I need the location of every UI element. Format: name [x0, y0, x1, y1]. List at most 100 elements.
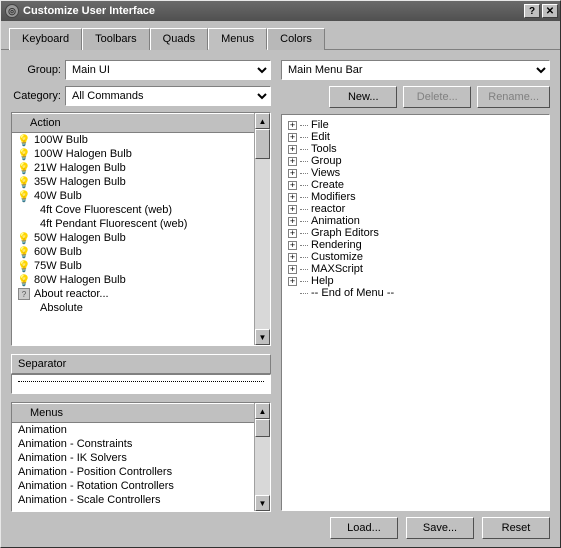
scroll-thumb[interactable] — [255, 419, 270, 437]
action-label: Absolute — [40, 302, 83, 314]
action-item[interactable]: 💡21W Halogen Bulb — [12, 161, 270, 175]
tree-label: Animation — [311, 215, 360, 227]
bulb-icon: 💡 — [18, 134, 30, 146]
expand-icon[interactable]: + — [288, 121, 297, 130]
menu-item[interactable]: Animation - Position Controllers — [12, 465, 270, 479]
expand-icon[interactable]: + — [288, 145, 297, 154]
action-item[interactable]: ?About reactor... — [12, 287, 270, 301]
tree-label: MAXScript — [311, 263, 363, 275]
expand-icon[interactable]: + — [288, 253, 297, 262]
menu-item[interactable]: Animation - IK Solvers — [12, 451, 270, 465]
tree-item[interactable]: +Modifiers — [284, 191, 547, 203]
group-combo[interactable]: Main UI — [65, 60, 271, 80]
action-label: 75W Bulb — [34, 260, 82, 272]
tree-label: Graph Editors — [311, 227, 379, 239]
action-label: 40W Bulb — [34, 190, 82, 202]
tree-label: Edit — [311, 131, 330, 143]
expand-icon[interactable]: + — [288, 229, 297, 238]
expand-icon[interactable]: + — [288, 181, 297, 190]
expand-icon[interactable]: + — [288, 205, 297, 214]
tree-label: Rendering — [311, 239, 362, 251]
tab-colors[interactable]: Colors — [267, 28, 325, 50]
app-icon: ◎ — [5, 4, 19, 18]
action-item[interactable]: 💡100W Bulb — [12, 133, 270, 147]
group-label: Group: — [11, 64, 65, 76]
close-button[interactable]: ✕ — [542, 4, 558, 18]
help-button[interactable]: ? — [524, 4, 540, 18]
expand-icon[interactable]: + — [288, 217, 297, 226]
tree-label: Group — [311, 155, 342, 167]
expand-icon[interactable]: + — [288, 133, 297, 142]
tree-item[interactable]: +Create — [284, 179, 547, 191]
tree-item[interactable]: +Help — [284, 275, 547, 287]
expand-icon[interactable]: + — [288, 241, 297, 250]
separator-item[interactable] — [11, 374, 271, 394]
tab-quads[interactable]: Quads — [150, 28, 208, 50]
load-button[interactable]: Load... — [330, 517, 398, 539]
new-button[interactable]: New... — [329, 86, 397, 108]
scroll-down-icon[interactable]: ▼ — [255, 495, 270, 511]
scroll-thumb[interactable] — [255, 129, 270, 159]
scroll-up-icon[interactable]: ▲ — [255, 403, 270, 419]
tree-item[interactable]: + Animation — [284, 215, 547, 227]
menus-scrollbar[interactable]: ▲ ▼ — [254, 403, 270, 511]
scroll-down-icon[interactable]: ▼ — [255, 329, 270, 345]
actions-listbox[interactable]: Action 💡100W Bulb💡100W Halogen Bulb💡21W … — [11, 112, 271, 346]
action-item[interactable]: 💡60W Bulb — [12, 245, 270, 259]
tree-item[interactable]: + MAXScript — [284, 263, 547, 275]
bulb-icon: 💡 — [18, 190, 30, 202]
menu-tree[interactable]: +File+Edit+Tools+Group+Views+Create+Modi… — [281, 114, 550, 511]
reset-button[interactable]: Reset — [482, 517, 550, 539]
tab-toolbars[interactable]: Toolbars — [82, 28, 150, 50]
tree-end-label: -- End of Menu -- — [311, 287, 394, 299]
action-item[interactable]: 💡50W Halogen Bulb — [12, 231, 270, 245]
action-item[interactable]: 💡75W Bulb — [12, 259, 270, 273]
action-item[interactable]: 💡35W Halogen Bulb — [12, 175, 270, 189]
bulb-icon: 💡 — [18, 148, 30, 160]
menu-item[interactable]: Animation - Rotation Controllers — [12, 479, 270, 493]
action-item[interactable]: 💡100W Halogen Bulb — [12, 147, 270, 161]
action-item[interactable]: 💡 40W Bulb — [12, 189, 270, 203]
tree-label: Tools — [311, 143, 337, 155]
tree-item[interactable]: + Edit — [284, 131, 547, 143]
tab-menus[interactable]: Menus — [208, 28, 267, 50]
save-button[interactable]: Save... — [406, 517, 474, 539]
expand-icon[interactable]: + — [288, 277, 297, 286]
left-column: Group: Main UI Category: All Commands Ac… — [11, 60, 271, 539]
menu-target-combo[interactable]: Main Menu Bar — [281, 60, 550, 80]
menu-item[interactable]: Animation - Constraints — [12, 437, 270, 451]
actions-scrollbar[interactable]: ▲ ▼ — [254, 113, 270, 345]
tree-item[interactable]: +File — [284, 119, 547, 131]
actions-header: Action — [12, 113, 270, 133]
action-label: 50W Halogen Bulb — [34, 232, 126, 244]
tab-keyboard[interactable]: Keyboard — [9, 28, 82, 50]
window-title: Customize User Interface — [23, 5, 522, 17]
expand-icon[interactable]: + — [288, 157, 297, 166]
scroll-up-icon[interactable]: ▲ — [255, 113, 270, 129]
action-item[interactable]: Absolute — [12, 301, 270, 315]
menu-item[interactable]: Animation — [12, 423, 270, 437]
category-combo[interactable]: All Commands — [65, 86, 271, 106]
tree-item[interactable]: +reactor — [284, 203, 547, 215]
tab-strip: Keyboard Toolbars Quads Menus Colors — [1, 21, 560, 50]
expand-icon[interactable]: + — [288, 265, 297, 274]
action-label: 4ft Pendant Fluorescent (web) — [40, 218, 187, 230]
action-item[interactable]: 4ft Pendant Fluorescent (web) — [12, 217, 270, 231]
tree-item[interactable]: + Rendering — [284, 239, 547, 251]
customize-ui-window: ◎ Customize User Interface ? ✕ Keyboard … — [0, 0, 561, 548]
tree-item[interactable]: + Group — [284, 155, 547, 167]
expand-icon[interactable]: + — [288, 193, 297, 202]
action-item[interactable]: 💡80W Halogen Bulb — [12, 273, 270, 287]
expand-icon[interactable]: + — [288, 169, 297, 178]
tree-item[interactable]: +Customize — [284, 251, 547, 263]
bulb-icon: 💡 — [18, 274, 30, 286]
tree-item[interactable]: + Views — [284, 167, 547, 179]
tree-item[interactable]: + Graph Editors — [284, 227, 547, 239]
tree-label: Views — [311, 167, 340, 179]
right-column: Main Menu Bar New... Delete... Rename...… — [281, 60, 550, 539]
bulb-icon: 💡 — [18, 246, 30, 258]
tree-item[interactable]: + Tools — [284, 143, 547, 155]
menus-listbox[interactable]: Menus AnimationAnimation - ConstraintsAn… — [11, 402, 271, 512]
action-item[interactable]: 4ft Cove Fluorescent (web) — [12, 203, 270, 217]
menu-item[interactable]: Animation - Scale Controllers — [12, 493, 270, 507]
